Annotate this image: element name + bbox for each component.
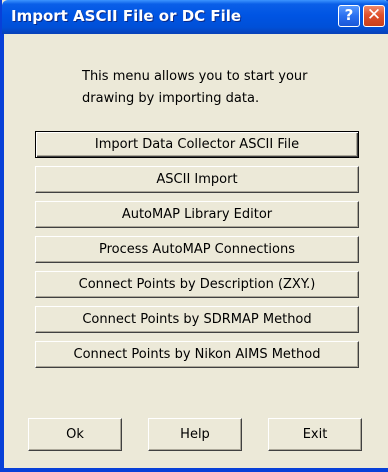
intro-line-1: This menu allows you to start your [82, 69, 308, 84]
connect-by-description-button[interactable]: Connect Points by Description (ZXY.) [35, 271, 359, 298]
intro-text: This menu allows you to start your drawi… [4, 66, 388, 110]
help-icon[interactable]: ? [338, 5, 360, 27]
connect-by-sdrmap-button[interactable]: Connect Points by SDRMAP Method [35, 306, 359, 333]
close-icon[interactable]: ✕ [363, 5, 385, 27]
import-dialog: Import ASCII File or DC File ? ✕ This me… [0, 0, 388, 472]
title-bar[interactable]: Import ASCII File or DC File ? ✕ [2, 0, 388, 34]
help-button[interactable]: Help [148, 418, 242, 451]
ok-button[interactable]: Ok [28, 418, 122, 451]
exit-button[interactable]: Exit [268, 418, 362, 451]
automap-library-editor-button[interactable]: AutoMAP Library Editor [35, 201, 359, 228]
import-dc-ascii-button[interactable]: Import Data Collector ASCII File [35, 131, 359, 158]
connect-by-nikon-aims-button[interactable]: Connect Points by Nikon AIMS Method [35, 341, 359, 368]
intro-line-2: drawing by importing data. [82, 91, 260, 106]
ascii-import-button[interactable]: ASCII Import [35, 166, 359, 193]
dialog-body: This menu allows you to start your drawi… [2, 34, 388, 470]
process-automap-connections-button[interactable]: Process AutoMAP Connections [35, 236, 359, 263]
window-title: Import ASCII File or DC File [11, 7, 242, 25]
